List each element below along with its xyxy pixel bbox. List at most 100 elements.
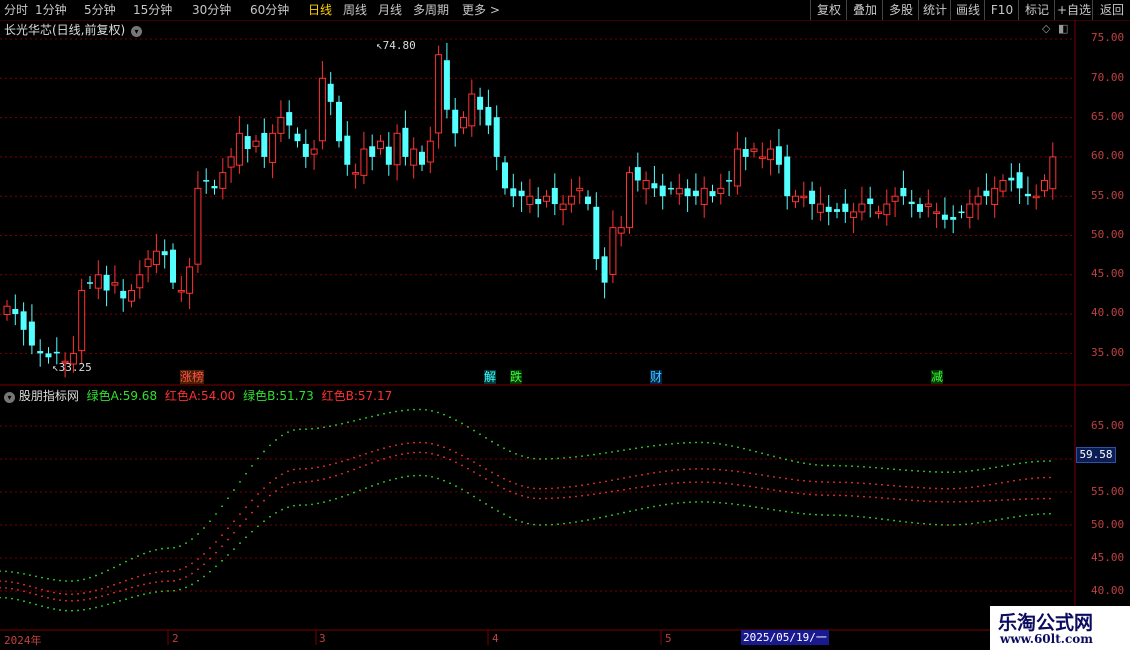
indicator-red-b-dot	[911, 486, 913, 489]
indicator-red-a-dot	[707, 481, 709, 484]
chevron-down-icon[interactable]: ▾	[4, 392, 15, 403]
indicator-red-a-dot	[293, 481, 295, 484]
indicator-red-b-dot	[245, 506, 247, 509]
indicator-title-bar[interactable]: ▾ 股朋指标网 绿色A:59.68 红色A:54.00 绿色B:51.73 红色…	[4, 387, 392, 404]
diamond-icon[interactable]: ◇	[1042, 22, 1050, 35]
indicator-red-b-dot	[101, 587, 103, 590]
event-badge-top-gainer[interactable]: 涨榜	[180, 370, 205, 384]
indicator-red-a-dot	[1049, 497, 1051, 500]
indicator-red-a-dot	[569, 496, 571, 498]
indicator-red-b-dot	[5, 580, 7, 583]
indicator-red-b-dot	[479, 464, 481, 467]
indicator-red-b-dot	[929, 487, 931, 490]
indicator-axis-label: 50.00	[1091, 518, 1125, 531]
expand-icon[interactable]: ◧	[1058, 22, 1068, 35]
chevron-down-icon[interactable]: ▾	[131, 26, 143, 37]
indicator-green-a-dot	[485, 437, 487, 439]
event-badge-unlock[interactable]: 解	[484, 370, 497, 384]
indicator-green-b-dot	[311, 503, 313, 506]
indicator-green-b-dot	[545, 524, 547, 526]
indicator-red-b-dot	[605, 480, 607, 483]
indicator-green-b-dot	[929, 523, 931, 526]
candle-body	[261, 132, 268, 157]
indicator-red-a-dot	[617, 489, 619, 492]
indicator-red-a-dot	[377, 459, 379, 462]
candle-body	[443, 60, 450, 110]
indicator-line-label: 绿色B:	[243, 389, 280, 403]
indicator-red-b-dot	[65, 593, 67, 596]
indicator-red-a-dot	[665, 483, 667, 485]
indicator-red-a-dot	[683, 481, 685, 484]
indicator-red-b-dot	[437, 444, 439, 447]
indicator-green-b-dot	[197, 579, 199, 582]
indicator-green-b-dot	[131, 596, 133, 599]
indicator-green-a-dot	[101, 572, 103, 575]
candle-body	[377, 140, 384, 150]
indicator-green-a-dot	[341, 422, 343, 425]
indicator-red-a-dot	[137, 584, 139, 587]
indicator-green-a-dot	[305, 428, 307, 431]
indicator-red-a-dot	[395, 454, 397, 457]
indicator-red-a-dot	[263, 499, 265, 502]
candle-body	[535, 198, 542, 205]
indicator-green-a-dot	[959, 470, 961, 473]
indicator-red-b-dot	[683, 468, 685, 471]
indicator-green-a-dot	[689, 441, 691, 444]
indicator-green-a-dot	[839, 464, 841, 467]
event-badge-reduce[interactable]: 减	[931, 370, 944, 384]
indicator-red-b-dot	[137, 575, 139, 578]
indicator-green-a-dot	[125, 560, 127, 563]
indicator-green-a-dot	[437, 411, 439, 414]
indicator-red-a-dot	[635, 487, 637, 489]
indicator-green-b-dot	[821, 514, 823, 516]
indicator-green-b-dot	[263, 520, 265, 523]
indicator-red-b-dot	[53, 591, 55, 594]
indicator-red-a-dot	[887, 497, 889, 500]
event-badge-finance[interactable]: 财	[650, 370, 663, 384]
indicator-red-a-dot	[185, 576, 187, 578]
indicator-green-a-dot	[221, 505, 223, 508]
indicator-red-b-dot	[791, 478, 793, 481]
indicator-green-a-dot	[173, 546, 175, 549]
candle-body	[958, 211, 965, 214]
candle-body	[369, 146, 376, 157]
candle-body	[53, 351, 60, 354]
indicator-red-a-dot	[605, 491, 607, 494]
indicator-green-b-dot	[149, 592, 151, 594]
event-badge-fall[interactable]: 跌	[510, 370, 523, 384]
stock-title-bar[interactable]: 长光华芯(日线,前复权) ▾	[4, 21, 143, 38]
indicator-green-b-dot	[191, 583, 193, 586]
indicator-green-a-dot	[371, 415, 373, 418]
indicator-green-a-dot	[143, 552, 145, 555]
candle-body	[692, 190, 699, 197]
indicator-red-a-dot	[1019, 498, 1021, 501]
indicator-red-a-dot	[749, 485, 751, 488]
indicator-green-a-dot	[401, 409, 403, 412]
watermark-url: www.60lt.com	[1000, 632, 1093, 646]
candle-body	[352, 172, 360, 175]
candle-body	[767, 148, 775, 161]
kline-chart[interactable]	[0, 0, 1130, 650]
indicator-green-a-dot	[815, 463, 817, 466]
indicator-green-b-dot	[977, 521, 979, 524]
indicator-green-a-dot	[677, 442, 679, 445]
indicator-red-b-dot	[185, 566, 187, 568]
indicator-green-b-dot	[287, 506, 289, 509]
indicator-red-b-dot	[875, 483, 877, 486]
indicator-green-a-dot	[851, 465, 853, 468]
indicator-green-a-dot	[893, 468, 895, 471]
indicator-red-a-dot	[413, 451, 415, 454]
indicator-red-a-dot	[701, 481, 703, 484]
indicator-red-b-dot	[383, 447, 385, 450]
indicator-red-b-dot	[701, 468, 703, 470]
candle-body	[385, 146, 392, 165]
indicator-red-a-dot	[689, 481, 691, 484]
indicator-red-a-dot	[341, 472, 343, 475]
candle-body	[709, 191, 716, 197]
indicator-red-b-dot	[659, 471, 661, 473]
indicator-green-a-dot	[707, 441, 709, 444]
indicator-green-a-dot	[65, 580, 67, 582]
indicator-green-b-dot	[701, 501, 703, 503]
price-gridlines	[0, 38, 1075, 354]
indicator-red-b-dot	[1037, 477, 1039, 479]
